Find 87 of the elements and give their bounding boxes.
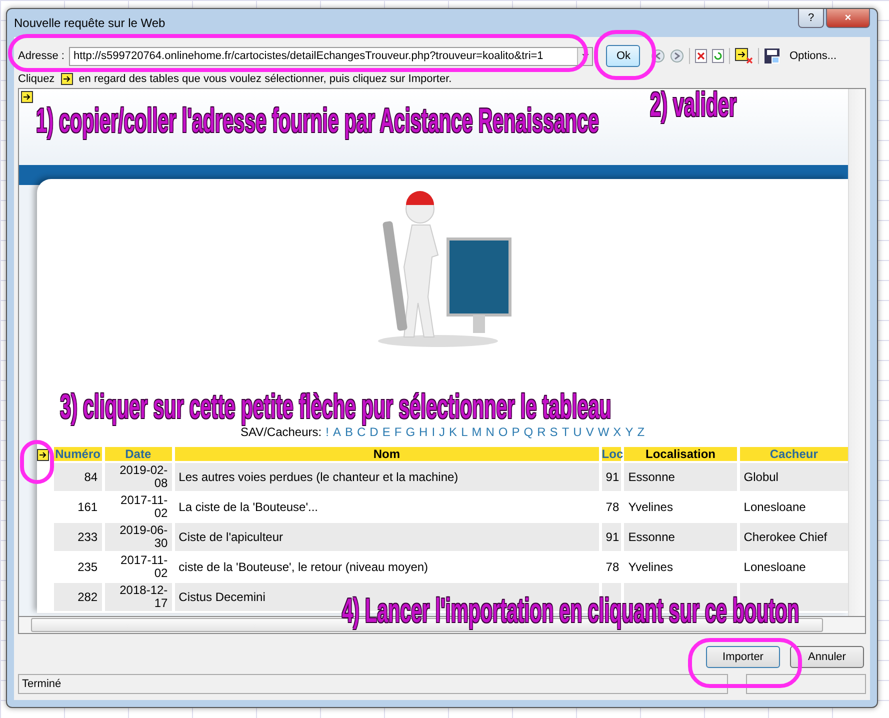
letter-link[interactable]: Z	[637, 425, 645, 439]
column-header: Localisation	[624, 447, 737, 461]
table-cell: Globul	[740, 463, 848, 491]
table-cell-text: Lonesloane	[742, 499, 807, 516]
table-cell-text: 78	[604, 499, 620, 516]
refresh-icon[interactable]	[712, 49, 724, 63]
letter-link[interactable]: G	[406, 425, 416, 439]
table-cell-text: 161	[76, 499, 99, 516]
cancel-button[interactable]: Annuler	[790, 646, 864, 668]
letter-link[interactable]: L	[461, 425, 468, 439]
table-cell-text: Lonesloane	[742, 559, 807, 576]
letter-link[interactable]: T	[562, 425, 570, 439]
table-select-icon[interactable]	[21, 91, 33, 103]
table-cell-text: 78	[604, 559, 620, 576]
save-icon[interactable]	[764, 48, 780, 64]
table-select-icon	[60, 73, 73, 85]
letter-link[interactable]: N	[486, 425, 494, 439]
close-button[interactable]: ×	[826, 9, 870, 28]
letter-link[interactable]: X	[613, 425, 622, 439]
letter-link[interactable]: E	[382, 425, 390, 439]
letter-link[interactable]: V	[586, 425, 594, 439]
annotation-text: 3) cliquer sur cette petite flèche pur sélectionner le tableau	[60, 388, 612, 426]
table-cell: 84	[54, 463, 102, 491]
letter-link[interactable]: Q	[524, 425, 534, 439]
annotation-text: 1) copier/coller l'adresse fournie par Acistance Renaissance	[36, 102, 599, 140]
help-button[interactable]: ?	[798, 9, 824, 28]
highlight-ring	[20, 440, 54, 484]
letter-link[interactable]: C	[356, 425, 366, 439]
letter-link[interactable]: R	[537, 425, 546, 439]
letter-link[interactable]: H	[419, 425, 428, 439]
letter-link[interactable]: S	[550, 425, 558, 439]
letter-link[interactable]: !	[326, 425, 329, 439]
letter-link[interactable]: I	[432, 425, 436, 439]
status-text: Terminé	[18, 674, 728, 694]
letter-link[interactable]: D	[370, 425, 378, 439]
table-cell: 2019-02-08	[104, 463, 172, 491]
forward-icon[interactable]	[670, 49, 684, 63]
letter-link[interactable]: B	[344, 425, 353, 439]
arrow-remove-icon[interactable]	[735, 48, 754, 64]
vertical-scrollbar[interactable]	[848, 89, 865, 616]
address-field[interactable]: http://s599720764.onlinehome.fr/cartocistes/detailEchangesTrouveur.php?trouveur=koalito&tri=1	[69, 46, 594, 66]
table-cell-text: 2017-11-02	[120, 553, 169, 581]
annotation-text: 2) valider	[650, 86, 737, 124]
dropdown-icon	[582, 54, 589, 58]
letter-link[interactable]: K	[449, 425, 458, 439]
letters-label: SAV/Cacheurs:	[240, 425, 322, 439]
hint-text: en regard des tables que vous voulez sélectionner, puis cliquez sur Importer.	[78, 73, 452, 85]
column-header[interactable]: Cacheur	[740, 447, 848, 461]
table-cell: 91	[602, 523, 622, 551]
letter-link[interactable]: O	[498, 425, 508, 439]
table-cell: 2018-12-17	[104, 583, 172, 611]
table-cell: Les autres voies perdues (le chanteur et la machine)	[174, 463, 599, 491]
letter-link[interactable]: M	[472, 425, 482, 439]
window-title: Nouvelle requête sur le Web	[14, 16, 166, 30]
letter-link[interactable]: U	[573, 425, 582, 439]
address-label: Adresse :	[18, 50, 64, 62]
column-header: Nom	[174, 447, 599, 461]
letter-link[interactable]: P	[512, 425, 520, 439]
table-cell-text: La ciste de la 'Bouteuse'...	[178, 499, 320, 516]
import-button[interactable]: Importer	[706, 646, 780, 668]
stop-icon[interactable]	[695, 49, 708, 63]
letter-link[interactable]: W	[598, 425, 610, 439]
column-header[interactable]: Numéro	[54, 447, 102, 461]
table-cell: 91	[602, 463, 622, 491]
letter-link[interactable]: J	[439, 425, 446, 439]
options-button[interactable]: Options...	[785, 50, 841, 62]
hint-text: Cliquez	[18, 73, 55, 85]
table-cell: 233	[54, 523, 102, 551]
table-cell: Cherokee Chief	[740, 523, 848, 551]
table-cell: Essonne	[624, 463, 737, 491]
ok-button[interactable]: Ok	[606, 45, 640, 67]
table-cell-text: Yvelines	[627, 559, 674, 576]
table-cell-text: 235	[76, 559, 99, 576]
letter-link[interactable]: F	[394, 425, 402, 439]
column-header[interactable]: Date	[104, 447, 172, 461]
table-cell-text: ciste de la 'Bouteuse', le retour (niveau moyen)	[178, 559, 430, 576]
annotation-text: 4) Lancer l'importation en cliquant sur ce bouton	[342, 592, 800, 630]
table-cell: Essonne	[624, 523, 737, 551]
table-select-icon[interactable]	[37, 449, 49, 461]
table-cell-text: Yvelines	[627, 499, 674, 516]
letter-link[interactable]: Y	[625, 425, 634, 439]
table-cell: 2019-06-30	[104, 523, 172, 551]
table-cell: Ciste de l'apiculteur	[174, 523, 599, 551]
table-cell: 282	[54, 583, 102, 611]
table-cell-text: 2017-11-02	[120, 493, 169, 521]
highlight-ring	[594, 30, 656, 80]
letter-link[interactable]: A	[332, 425, 341, 439]
